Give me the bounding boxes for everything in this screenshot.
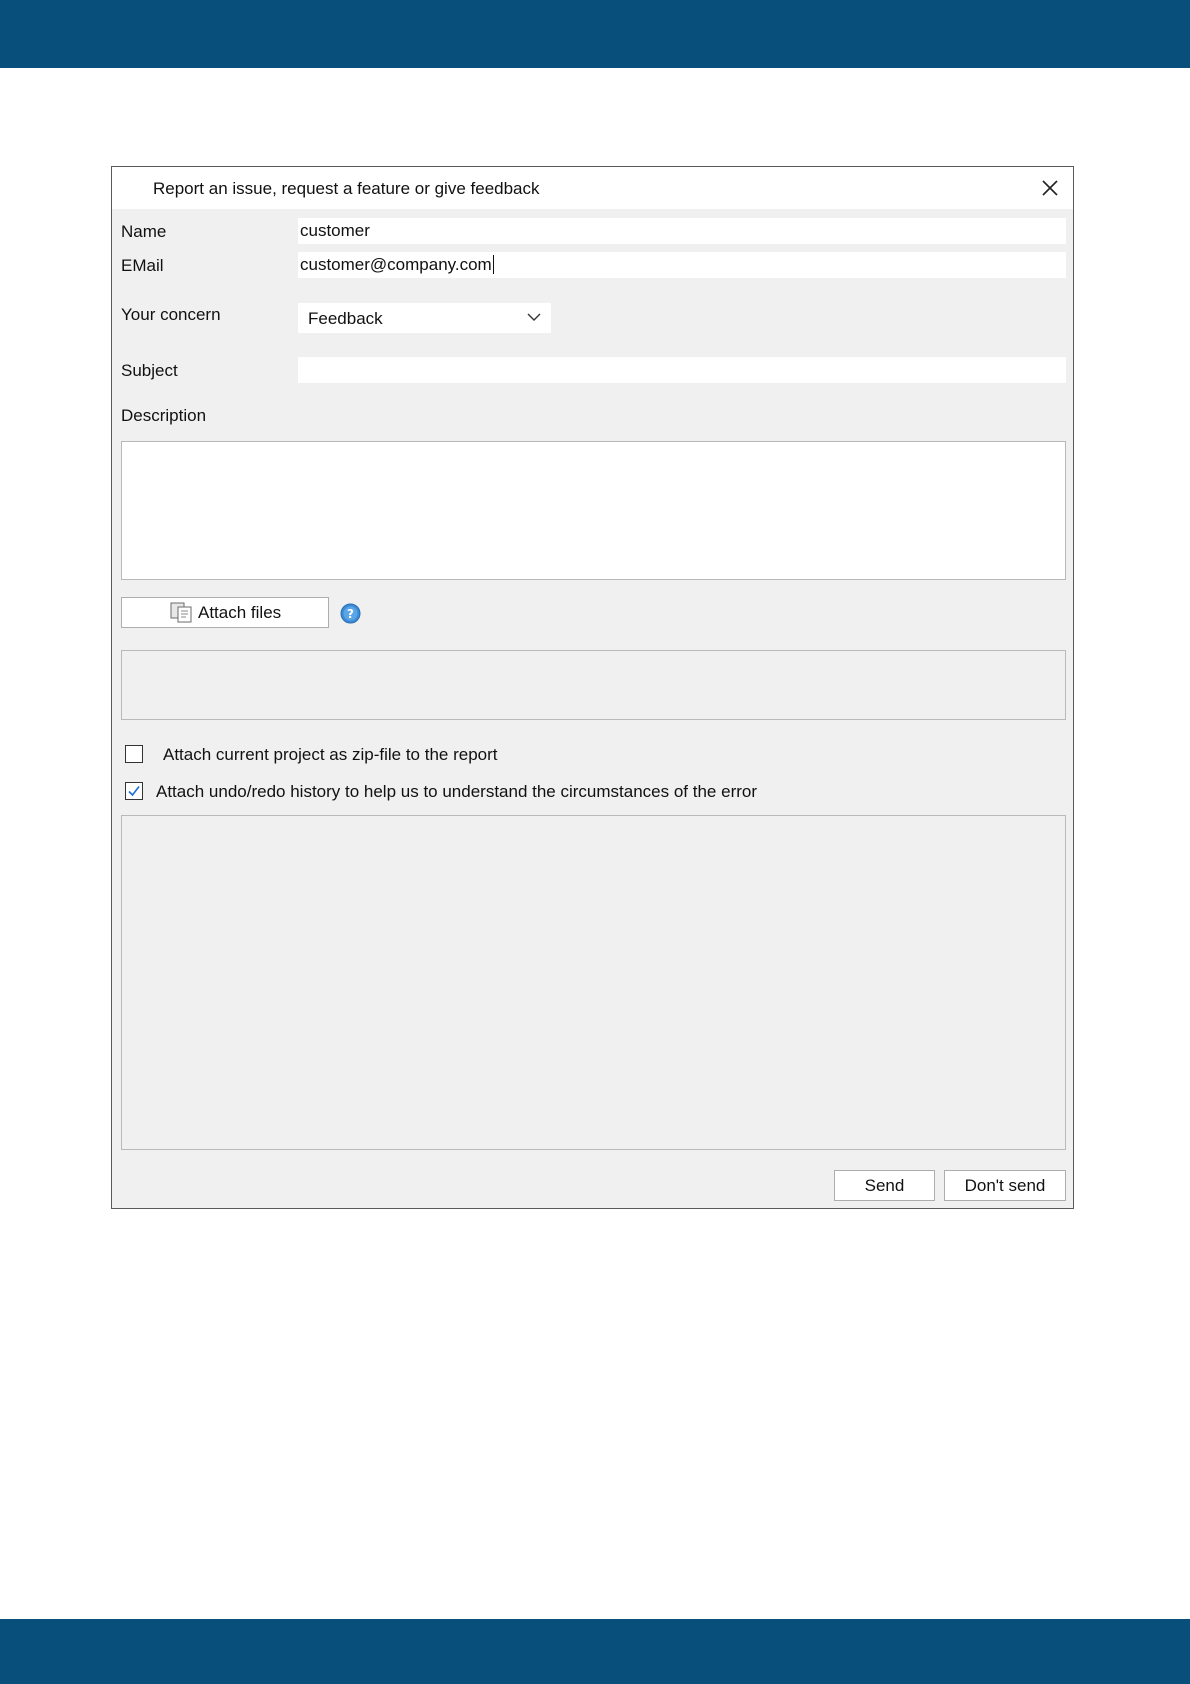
- name-label: Name: [121, 222, 167, 241]
- dont-send-button[interactable]: Don't send: [944, 1170, 1066, 1201]
- attach-project-checkbox[interactable]: [125, 745, 143, 763]
- close-button[interactable]: [1037, 175, 1063, 201]
- concern-select[interactable]: Feedback: [298, 303, 551, 333]
- subject-field[interactable]: [298, 357, 1066, 383]
- subject-label: Subject: [121, 361, 178, 380]
- email-value: customer@company.com: [300, 255, 492, 274]
- name-value: customer: [300, 221, 370, 240]
- chevron-down-icon: [527, 313, 541, 321]
- attached-files-list: [121, 650, 1066, 720]
- header-band: [0, 0, 1190, 68]
- email-field[interactable]: customer@company.com: [298, 252, 1066, 278]
- attach-files-label: Attach files: [198, 602, 282, 622]
- footer-band: [0, 1619, 1190, 1684]
- description-textarea[interactable]: [121, 441, 1066, 580]
- dialog-title: Report an issue, request a feature or gi…: [153, 179, 540, 198]
- attach-history-label: Attach undo/redo history to help us to u…: [156, 782, 758, 801]
- feedback-dialog: Report an issue, request a feature or gi…: [111, 166, 1074, 1209]
- history-panel: [121, 815, 1066, 1150]
- concern-value: Feedback: [308, 309, 383, 328]
- svg-text:?: ?: [347, 607, 354, 621]
- attach-files-icon: [170, 602, 192, 623]
- dialog-titlebar: Report an issue, request a feature or gi…: [112, 167, 1073, 209]
- help-icon[interactable]: ?: [340, 603, 361, 624]
- attach-project-label: Attach current project as zip-file to th…: [163, 745, 498, 764]
- send-button[interactable]: Send: [834, 1170, 935, 1201]
- attach-files-button[interactable]: Attach files: [121, 597, 329, 628]
- concern-label: Your concern: [121, 305, 221, 324]
- name-field[interactable]: customer: [298, 218, 1066, 244]
- checkmark-icon: [128, 786, 140, 797]
- text-caret: [492, 255, 494, 274]
- attach-history-checkbox[interactable]: [125, 782, 143, 800]
- close-icon: [1042, 180, 1058, 196]
- description-label: Description: [121, 406, 207, 425]
- email-label: EMail: [121, 256, 164, 275]
